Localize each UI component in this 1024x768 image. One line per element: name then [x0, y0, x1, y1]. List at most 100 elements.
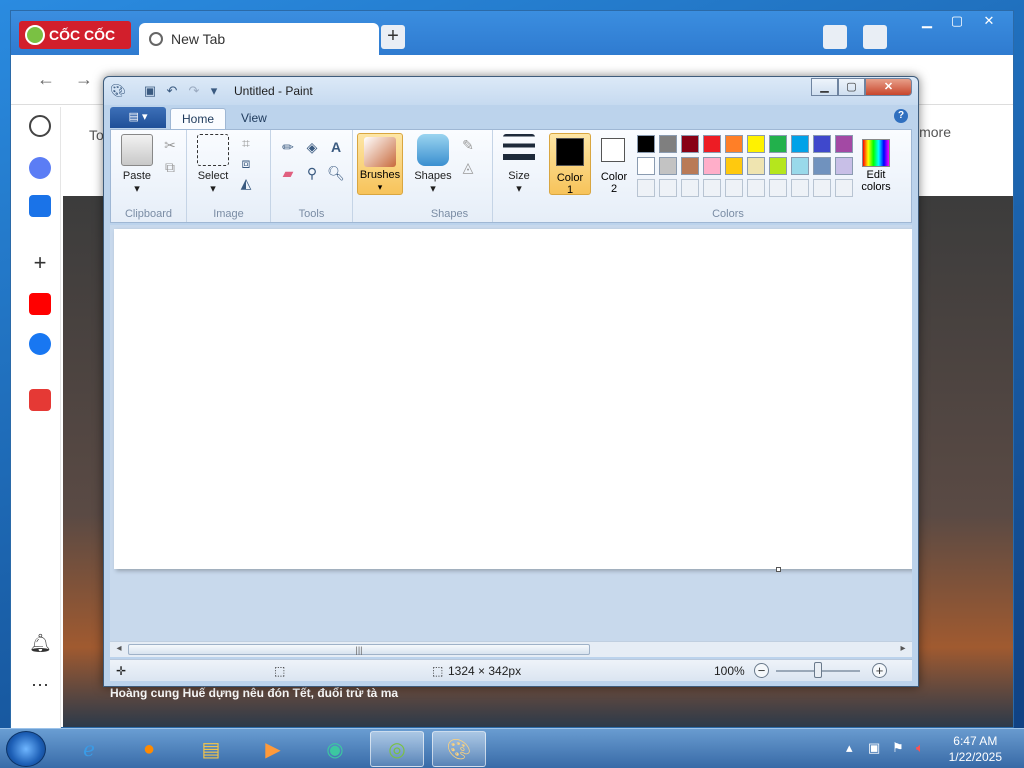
messenger-icon[interactable]: [29, 157, 51, 179]
palette-swatch[interactable]: [637, 135, 655, 153]
palette-swatch[interactable]: [791, 135, 809, 153]
bell-icon[interactable]: 🔔︎: [29, 633, 52, 655]
history-icon[interactable]: [29, 115, 51, 137]
customize-toolbar-icon[interactable]: ▾: [206, 83, 222, 99]
rotate-icon[interactable]: ◭: [237, 174, 255, 192]
palette-swatch[interactable]: [681, 135, 699, 153]
cut-icon[interactable]: ✂: [161, 136, 179, 154]
fill-icon[interactable]: ◈: [303, 138, 321, 156]
outline-icon[interactable]: ✎: [459, 136, 477, 154]
size-button[interactable]: Size ▾: [501, 134, 537, 196]
palette-swatch[interactable]: [813, 135, 831, 153]
scroll-right-icon[interactable]: ▸: [896, 643, 910, 654]
add-icon[interactable]: +: [29, 252, 51, 275]
redo-icon[interactable]: ↷: [186, 83, 202, 99]
color2-button[interactable]: Color 2: [593, 133, 635, 195]
resize-icon[interactable]: ⧈: [237, 154, 255, 172]
pencil-icon[interactable]: ✏: [279, 138, 297, 156]
firefox-icon[interactable]: ●: [122, 731, 176, 767]
scroll-left-icon[interactable]: ◂: [112, 643, 126, 654]
notice-more-link[interactable]: more: [919, 124, 951, 140]
scroll-thumb[interactable]: |||: [128, 644, 590, 655]
zoom-out-button[interactable]: −: [754, 663, 769, 678]
start-button[interactable]: [6, 731, 46, 767]
palette-swatch[interactable]: [703, 157, 721, 175]
video-app-icon[interactable]: [29, 389, 51, 411]
canvas-resize-handle[interactable]: [776, 567, 781, 572]
crop-icon[interactable]: ⌗: [237, 134, 255, 152]
minimize-button[interactable]: ▁: [913, 11, 941, 31]
copy-icon[interactable]: ⧉: [161, 158, 179, 176]
palette-swatch[interactable]: [637, 157, 655, 175]
save-icon[interactable]: ▣: [142, 83, 158, 99]
close-button[interactable]: ✕: [975, 11, 1003, 31]
news-headline[interactable]: Hoàng cung Huế dựng nêu đón Tết, đuổi tr…: [110, 686, 398, 700]
palette-swatch[interactable]: [835, 179, 853, 197]
palette-swatch[interactable]: [681, 157, 699, 175]
palette-swatch[interactable]: [681, 179, 699, 197]
magnifier-icon[interactable]: 🔍︎: [327, 164, 345, 182]
palette-swatch[interactable]: [703, 179, 721, 197]
chat-app-icon[interactable]: ◉: [308, 731, 362, 767]
paste-button[interactable]: Paste ▾: [119, 134, 155, 196]
horizontal-scrollbar[interactable]: ◂ ||| ▸: [110, 641, 912, 657]
show-hidden-icons[interactable]: ▴: [846, 740, 853, 756]
brushes-button[interactable]: Brushes ▾: [357, 133, 403, 195]
palette-swatch[interactable]: [835, 135, 853, 153]
palette-swatch[interactable]: [747, 157, 765, 175]
palette-swatch[interactable]: [747, 179, 765, 197]
tab-new-tab[interactable]: New Tab: [139, 23, 379, 55]
paint-taskbar-icon[interactable]: 🎨︎: [432, 731, 486, 767]
text-icon[interactable]: A: [327, 138, 345, 156]
drawing-canvas[interactable]: [114, 229, 912, 569]
edit-colors-button[interactable]: Edit colors: [855, 133, 897, 195]
palette-swatch[interactable]: [637, 179, 655, 197]
palette-swatch[interactable]: [703, 135, 721, 153]
zoom-slider-knob[interactable]: [814, 662, 822, 678]
more-icon[interactable]: ⋯: [29, 675, 51, 697]
action-center-icon[interactable]: ⚑: [892, 740, 904, 756]
palette-swatch[interactable]: [769, 135, 787, 153]
facebook-icon[interactable]: [29, 333, 51, 355]
palette-swatch[interactable]: [659, 157, 677, 175]
palette-swatch[interactable]: [835, 157, 853, 175]
help-icon[interactable]: ?: [894, 109, 908, 123]
back-icon[interactable]: ←: [37, 69, 55, 90]
palette-swatch[interactable]: [659, 135, 677, 153]
paint-minimize-button[interactable]: ▁: [811, 78, 838, 96]
network-icon[interactable]: ▣: [868, 740, 880, 756]
palette-swatch[interactable]: [725, 157, 743, 175]
tab-back-button[interactable]: [863, 25, 887, 49]
ie-icon[interactable]: ℯ: [62, 731, 116, 767]
taskbar-clock[interactable]: 6:47 AM 1/22/2025: [949, 733, 1002, 765]
youtube-icon[interactable]: [29, 293, 51, 315]
tab-view[interactable]: View: [230, 108, 278, 129]
media-player-icon[interactable]: ▶: [246, 731, 300, 767]
zalo-icon[interactable]: [29, 195, 51, 217]
palette-swatch[interactable]: [725, 135, 743, 153]
palette-swatch[interactable]: [813, 157, 831, 175]
palette-swatch[interactable]: [769, 179, 787, 197]
coccoc-logo[interactable]: CỐC CỐC: [19, 21, 131, 49]
palette-swatch[interactable]: [725, 179, 743, 197]
paint-app-icon[interactable]: 🎨︎: [110, 83, 127, 99]
select-button[interactable]: Select ▾: [193, 134, 233, 196]
palette-swatch[interactable]: [791, 179, 809, 197]
shapes-button[interactable]: Shapes ▾: [413, 134, 453, 196]
palette-swatch[interactable]: [791, 157, 809, 175]
palette-swatch[interactable]: [747, 135, 765, 153]
coccoc-taskbar-icon[interactable]: ◎: [370, 731, 424, 767]
search-tabs-button[interactable]: [823, 25, 847, 49]
forward-icon[interactable]: →: [75, 69, 93, 90]
zoom-in-button[interactable]: +: [872, 663, 887, 678]
palette-swatch[interactable]: [769, 157, 787, 175]
paint-close-button[interactable]: ✕: [865, 78, 912, 96]
color-picker-icon[interactable]: ⚲: [303, 164, 321, 182]
maximize-button[interactable]: ▢: [943, 11, 971, 31]
fill-shape-icon[interactable]: ◬: [459, 158, 477, 176]
undo-icon[interactable]: ↶: [164, 83, 180, 99]
file-menu-button[interactable]: ▤ ▾: [110, 107, 166, 128]
palette-swatch[interactable]: [813, 179, 831, 197]
eraser-icon[interactable]: ▰: [279, 164, 297, 182]
tab-home[interactable]: Home: [170, 108, 227, 129]
